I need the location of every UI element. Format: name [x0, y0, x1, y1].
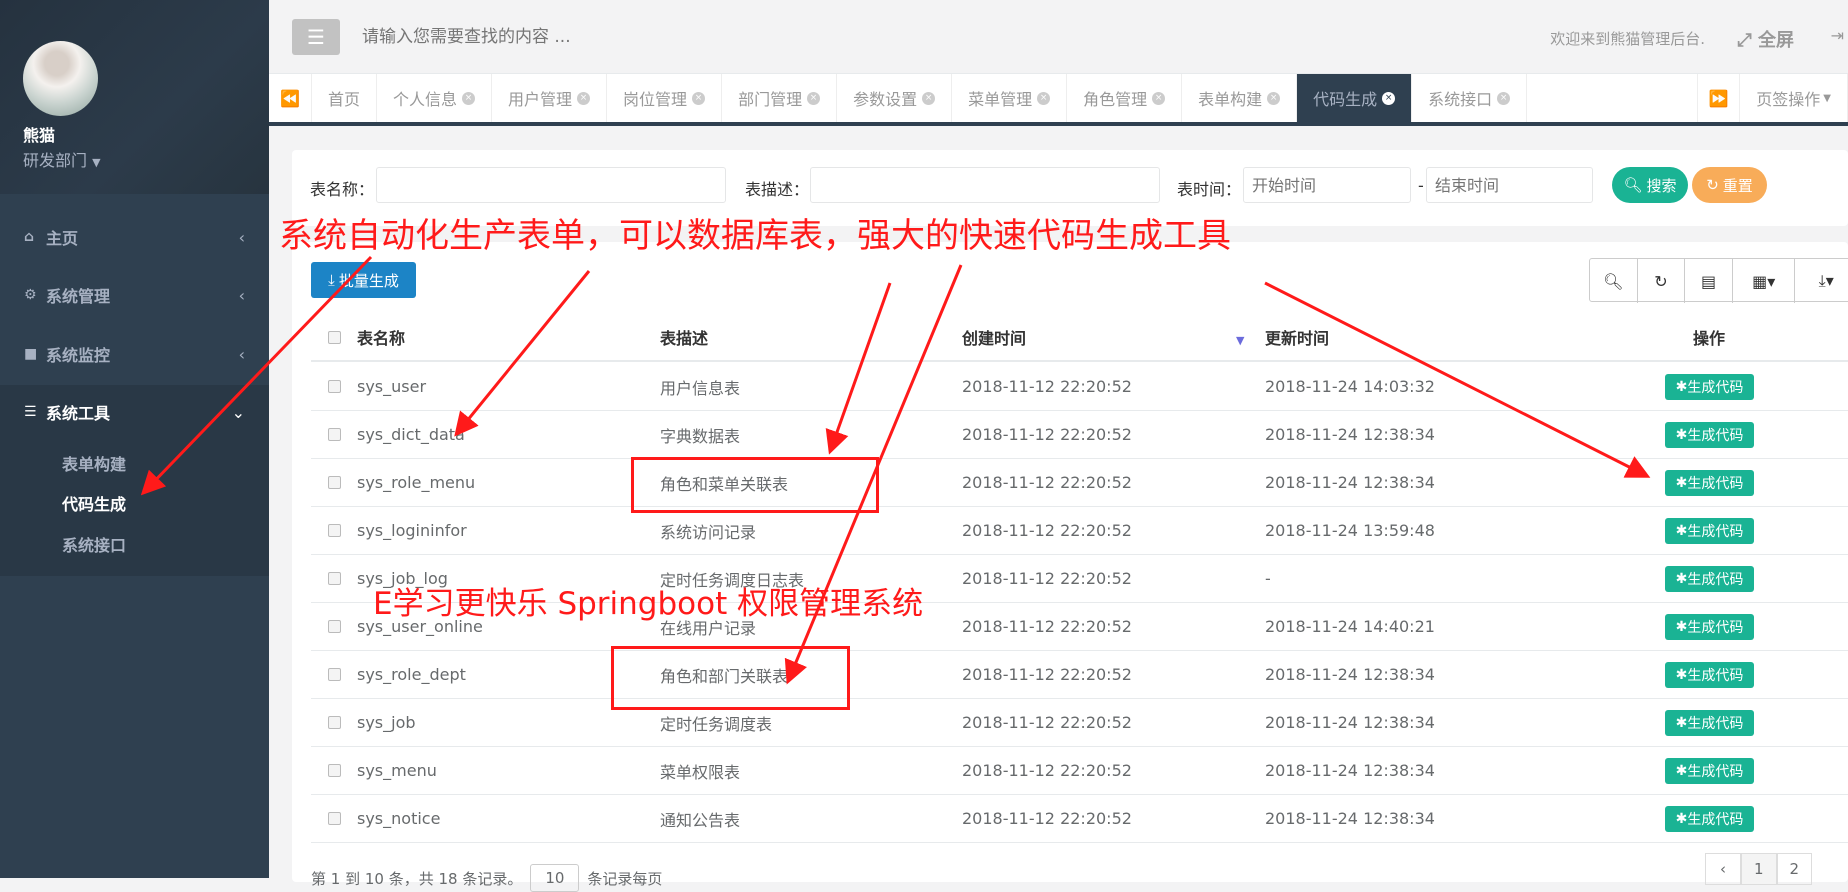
- arrow: [454, 270, 591, 437]
- arrow: [825, 282, 892, 455]
- arrow: [140, 255, 373, 496]
- arrow: [1264, 281, 1651, 478]
- annotation-arrows: [140, 255, 1651, 685]
